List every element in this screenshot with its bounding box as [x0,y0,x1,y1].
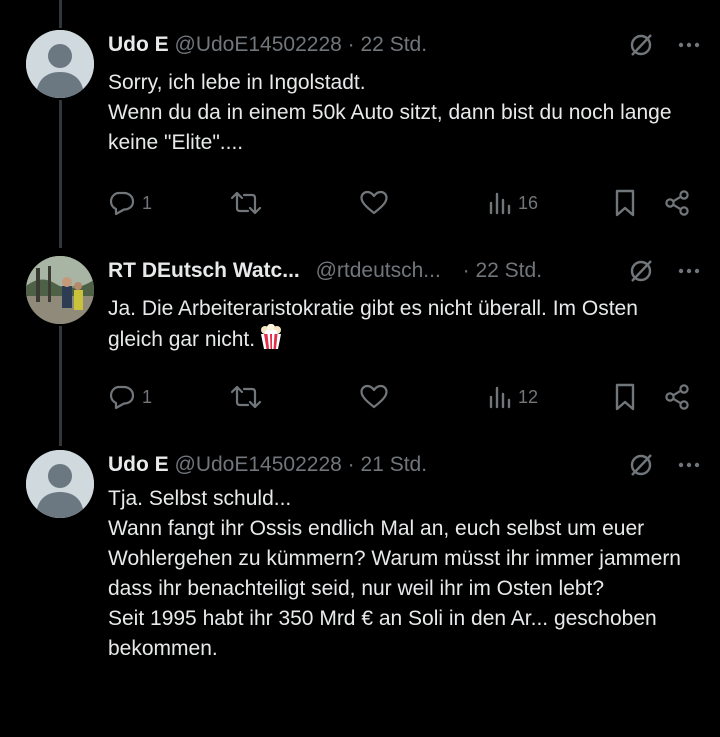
popcorn-emoji [259,323,283,350]
thread-line-top [59,0,62,28]
like-button[interactable] [359,380,389,414]
default-avatar-icon [26,30,94,98]
reply-button[interactable]: 1 [108,186,152,220]
action-bar: 1 16 [108,186,693,220]
bookmark-button[interactable] [614,380,636,414]
separator-dot: · [347,453,355,476]
share-button[interactable] [663,186,691,220]
share-button[interactable] [663,380,691,414]
reply-button[interactable]: 1 [108,380,152,414]
share-icon [663,383,691,411]
views-button[interactable]: 16 [488,186,538,220]
grok-icon[interactable] [628,32,654,58]
avatar[interactable] [26,450,94,518]
heart-icon [359,384,389,410]
grok-icon[interactable] [628,258,654,284]
tweet-udo-2[interactable]: Udo E @UdoE14502228 · 21 Std. Tja. Selbs… [0,450,720,737]
more-options-icon[interactable] [678,462,700,468]
heart-icon [359,190,389,216]
avatar[interactable] [26,30,94,98]
tweet-text-wrapper: Ja. Die Arbeiteraristokratie gibt es nic… [108,294,698,355]
tweet-top-icons [628,450,700,480]
bookmark-icon [614,189,636,217]
reply-count: 1 [142,192,153,213]
user-handle[interactable]: @UdoE14502228 [175,453,342,476]
profile-photo [26,256,94,324]
separator-dot: · [347,33,355,56]
timestamp[interactable]: 22 Std. [361,33,428,56]
retweet-button[interactable] [230,186,262,220]
retweet-icon [230,190,262,216]
tweet-top-icons [628,30,700,60]
user-handle[interactable]: @UdoE14502228 [175,33,342,56]
bookmark-icon [614,383,636,411]
display-name[interactable]: RT DEutsch Watc... [108,259,300,282]
tweet-rtdeutsch[interactable]: RT DEutsch Watc... @rtdeutsch... · 22 St… [0,256,720,426]
reply-count: 1 [142,386,153,407]
reply-icon [108,384,136,410]
timestamp[interactable]: 22 Std. [475,259,542,282]
display-name[interactable]: Udo E [108,33,169,56]
action-bar: 1 12 [108,380,693,414]
user-handle[interactable]: @rtdeutsch... [316,259,441,282]
grok-icon[interactable] [628,452,654,478]
tweet-top-icons [628,256,700,286]
timestamp[interactable]: 21 Std. [361,453,428,476]
view-count: 16 [518,192,539,213]
retweet-button[interactable] [230,380,262,414]
tweet-text: Ja. Die Arbeiteraristokratie gibt es nic… [108,297,644,351]
analytics-icon [488,385,512,409]
reply-icon [108,190,136,216]
avatar[interactable] [26,256,94,324]
retweet-icon [230,384,262,410]
tweet-text: Tja. Selbst schuld... Wann fangt ihr Oss… [108,487,681,660]
analytics-icon [488,191,512,215]
default-avatar-icon [26,450,94,518]
like-button[interactable] [359,186,389,220]
view-count: 12 [518,386,539,407]
share-icon [663,189,691,217]
tweet-udo-1[interactable]: Udo E @UdoE14502228 · 22 Std. Sorry, ich… [0,30,720,230]
more-options-icon[interactable] [678,42,700,48]
views-button[interactable]: 12 [488,380,538,414]
more-options-icon[interactable] [678,268,700,274]
display-name[interactable]: Udo E [108,453,169,476]
bookmark-button[interactable] [614,186,636,220]
separator-dot: · [462,259,470,282]
tweet-text: Sorry, ich lebe in Ingolstadt. Wenn du d… [108,71,672,154]
